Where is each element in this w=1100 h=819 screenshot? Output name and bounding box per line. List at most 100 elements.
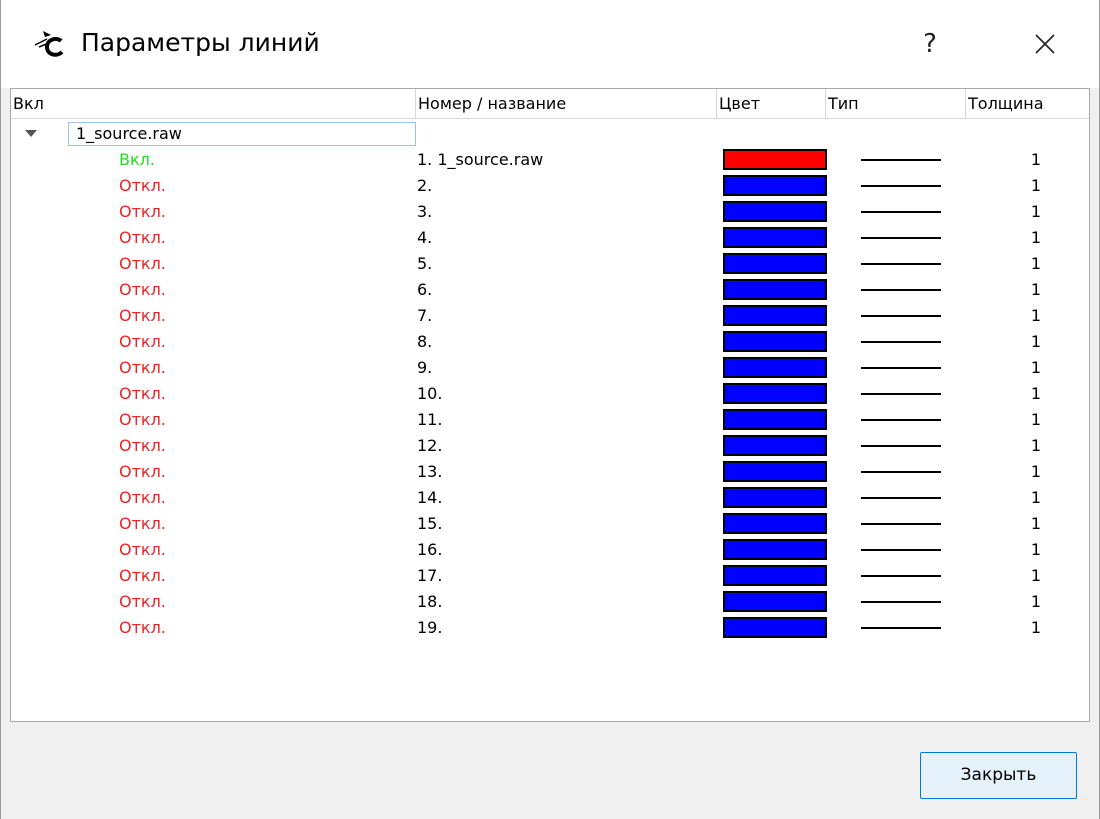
column-header-name[interactable]: Номер / название xyxy=(416,89,717,119)
row-width[interactable]: 1 xyxy=(1026,277,1046,303)
line-type-sample[interactable] xyxy=(861,185,941,187)
row-width[interactable]: 1 xyxy=(1026,407,1046,433)
row-width[interactable]: 1 xyxy=(1026,511,1046,537)
line-type-sample[interactable] xyxy=(861,263,941,265)
tree-row[interactable]: Откл. 19. 1 xyxy=(11,615,1089,641)
color-swatch[interactable] xyxy=(723,539,827,560)
row-status[interactable]: Откл. xyxy=(119,381,166,407)
color-swatch[interactable] xyxy=(723,201,827,222)
close-icon[interactable] xyxy=(1021,22,1069,66)
row-status[interactable]: Вкл. xyxy=(119,147,155,173)
row-width[interactable]: 1 xyxy=(1026,147,1046,173)
tree-row[interactable]: Откл. 3. 1 xyxy=(11,199,1089,225)
tree-row[interactable]: Откл. 6. 1 xyxy=(11,277,1089,303)
row-width[interactable]: 1 xyxy=(1026,537,1046,563)
tree-row[interactable]: Откл. 10. 1 xyxy=(11,381,1089,407)
line-type-sample[interactable] xyxy=(861,549,941,551)
row-status[interactable]: Откл. xyxy=(119,485,166,511)
row-width[interactable]: 1 xyxy=(1026,433,1046,459)
color-swatch[interactable] xyxy=(723,591,827,612)
row-status[interactable]: Откл. xyxy=(119,199,166,225)
line-type-sample[interactable] xyxy=(861,419,941,421)
tree-row[interactable]: Откл. 8. 1 xyxy=(11,329,1089,355)
color-swatch[interactable] xyxy=(723,461,827,482)
tree-row[interactable]: Откл. 9. 1 xyxy=(11,355,1089,381)
color-swatch[interactable] xyxy=(723,305,827,326)
color-swatch[interactable] xyxy=(723,409,827,430)
row-status[interactable]: Откл. xyxy=(119,459,166,485)
row-width[interactable]: 1 xyxy=(1026,589,1046,615)
tree-row[interactable]: Откл. 14. 1 xyxy=(11,485,1089,511)
row-status[interactable]: Откл. xyxy=(119,433,166,459)
expand-arrow-icon[interactable] xyxy=(25,130,37,137)
line-type-sample[interactable] xyxy=(861,393,941,395)
parent-item-label[interactable]: 1_source.raw xyxy=(68,122,416,146)
row-width[interactable]: 1 xyxy=(1026,303,1046,329)
color-swatch[interactable] xyxy=(723,435,827,456)
row-width[interactable]: 1 xyxy=(1026,225,1046,251)
tree-row[interactable]: Откл. 11. 1 xyxy=(11,407,1089,433)
color-swatch[interactable] xyxy=(723,487,827,508)
line-type-sample[interactable] xyxy=(861,211,941,213)
line-type-sample[interactable] xyxy=(861,237,941,239)
color-swatch[interactable] xyxy=(723,513,827,534)
line-type-sample[interactable] xyxy=(861,575,941,577)
tree-row[interactable]: Откл. 17. 1 xyxy=(11,563,1089,589)
row-width[interactable]: 1 xyxy=(1026,485,1046,511)
line-type-sample[interactable] xyxy=(861,445,941,447)
row-width[interactable]: 1 xyxy=(1026,615,1046,641)
line-type-sample[interactable] xyxy=(861,341,941,343)
row-width[interactable]: 1 xyxy=(1026,381,1046,407)
column-header-color[interactable]: Цвет xyxy=(717,89,826,119)
color-swatch[interactable] xyxy=(723,357,827,378)
color-swatch[interactable] xyxy=(723,617,827,638)
row-status[interactable]: Откл. xyxy=(119,329,166,355)
line-type-sample[interactable] xyxy=(861,159,941,161)
row-status[interactable]: Откл. xyxy=(119,563,166,589)
color-swatch[interactable] xyxy=(723,227,827,248)
line-type-sample[interactable] xyxy=(861,627,941,629)
row-width[interactable]: 1 xyxy=(1026,459,1046,485)
row-status[interactable]: Откл. xyxy=(119,173,166,199)
row-width[interactable]: 1 xyxy=(1026,173,1046,199)
row-width[interactable]: 1 xyxy=(1026,199,1046,225)
row-status[interactable]: Откл. xyxy=(119,303,166,329)
tree-row[interactable]: Откл. 4. 1 xyxy=(11,225,1089,251)
line-type-sample[interactable] xyxy=(861,523,941,525)
line-type-sample[interactable] xyxy=(861,315,941,317)
row-width[interactable]: 1 xyxy=(1026,563,1046,589)
tree-row[interactable]: Откл. 16. 1 xyxy=(11,537,1089,563)
tree-row[interactable]: Откл. 13. 1 xyxy=(11,459,1089,485)
tree-parent-row[interactable]: 1_source.raw xyxy=(11,121,1089,147)
row-status[interactable]: Откл. xyxy=(119,511,166,537)
line-type-sample[interactable] xyxy=(861,497,941,499)
row-status[interactable]: Откл. xyxy=(119,407,166,433)
help-button[interactable]: ? xyxy=(906,22,954,66)
tree-row[interactable]: Откл. 7. 1 xyxy=(11,303,1089,329)
color-swatch[interactable] xyxy=(723,149,827,170)
color-swatch[interactable] xyxy=(723,383,827,404)
column-header-width[interactable]: Толщина xyxy=(966,89,1089,119)
row-status[interactable]: Откл. xyxy=(119,589,166,615)
close-button[interactable]: Закрыть xyxy=(920,752,1077,799)
tree-row[interactable]: Вкл. 1. 1_source.raw 1 xyxy=(11,147,1089,173)
color-swatch[interactable] xyxy=(723,253,827,274)
line-type-sample[interactable] xyxy=(861,367,941,369)
row-width[interactable]: 1 xyxy=(1026,355,1046,381)
color-swatch[interactable] xyxy=(723,279,827,300)
color-swatch[interactable] xyxy=(723,175,827,196)
row-status[interactable]: Откл. xyxy=(119,225,166,251)
color-swatch[interactable] xyxy=(723,565,827,586)
tree-row[interactable]: Откл. 15. 1 xyxy=(11,511,1089,537)
tree-row[interactable]: Откл. 18. 1 xyxy=(11,589,1089,615)
line-type-sample[interactable] xyxy=(861,289,941,291)
row-width[interactable]: 1 xyxy=(1026,251,1046,277)
column-header-on[interactable]: Вкл xyxy=(11,89,416,119)
row-status[interactable]: Откл. xyxy=(119,537,166,563)
lines-tree[interactable]: Вкл Номер / название Цвет Тип Толщина 1_… xyxy=(10,88,1090,722)
column-header-type[interactable]: Тип xyxy=(826,89,966,119)
color-swatch[interactable] xyxy=(723,331,827,352)
line-type-sample[interactable] xyxy=(861,601,941,603)
tree-row[interactable]: Откл. 2. 1 xyxy=(11,173,1089,199)
line-type-sample[interactable] xyxy=(861,471,941,473)
